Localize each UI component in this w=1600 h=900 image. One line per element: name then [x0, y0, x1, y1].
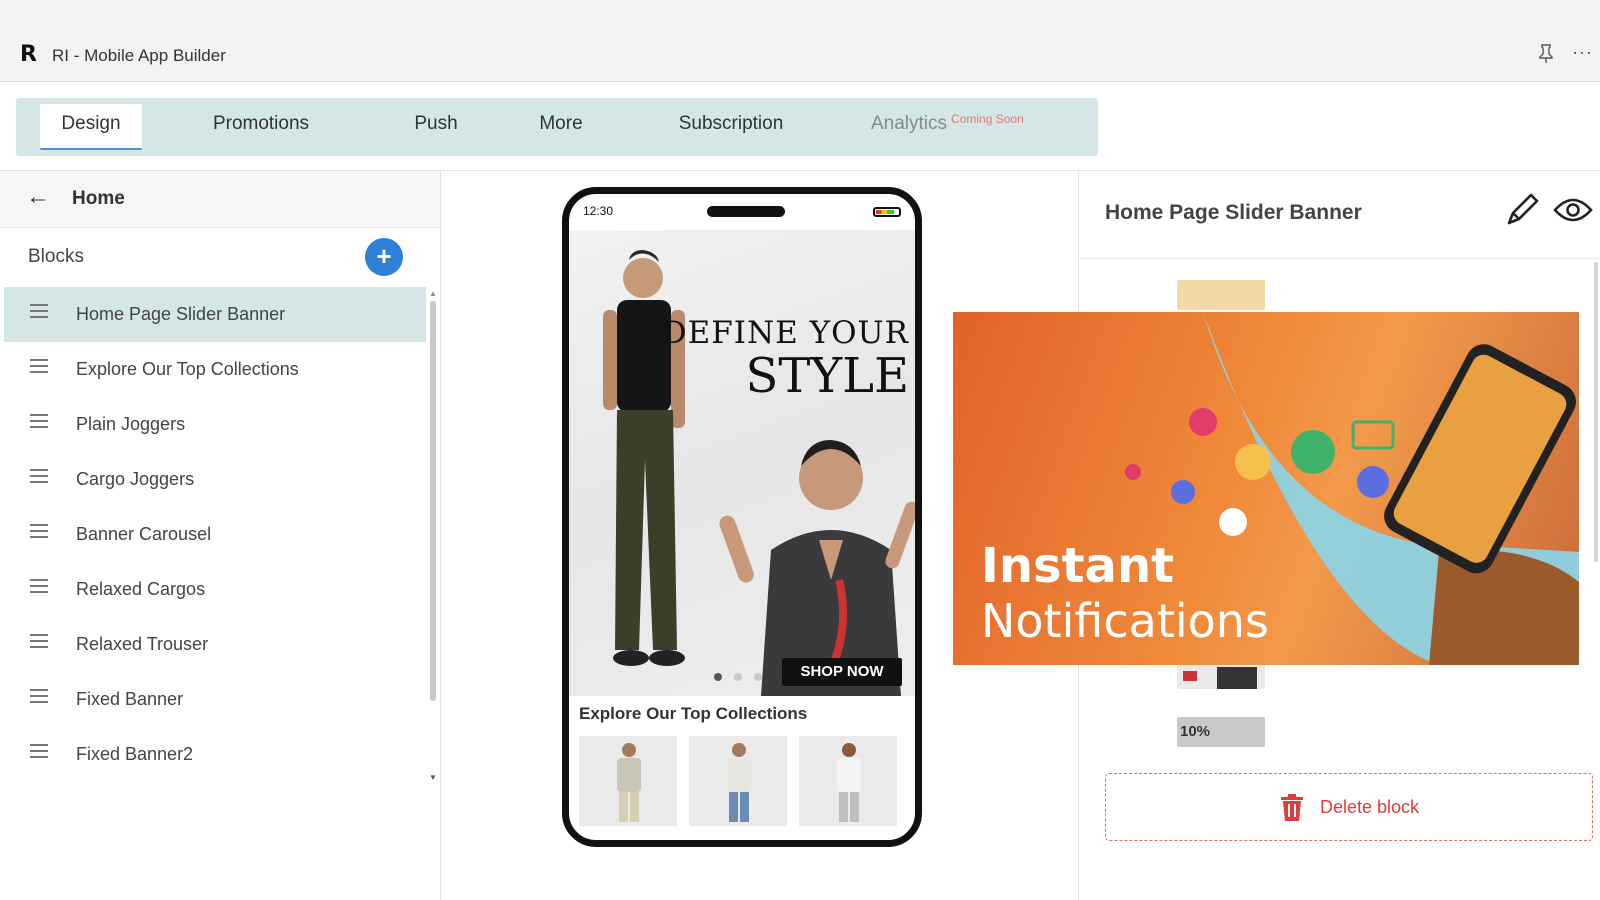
model-standing-image: [603, 250, 685, 666]
scroll-down-icon[interactable]: ▼: [429, 773, 437, 782]
banner-thumbnail[interactable]: [1177, 280, 1265, 310]
promo-headline: Instant: [981, 538, 1175, 594]
block-item[interactable]: Fixed Banner: [4, 672, 426, 727]
hero-banner[interactable]: DEFINE YOUR STYLE SHOP NOW: [569, 230, 915, 696]
block-item[interactable]: Relaxed Trouser: [4, 617, 426, 672]
hero-headline-line1: DEFINE YOUR: [661, 315, 909, 351]
block-item[interactable]: Cargo Joggers: [4, 452, 426, 507]
blocks-panel: ← Home Blocks + Home Page Slider Banner …: [0, 171, 441, 900]
drag-handle-icon[interactable]: [30, 579, 48, 593]
settings-header: Home Page Slider Banner: [1079, 171, 1600, 259]
settings-scrollbar[interactable]: [1594, 262, 1598, 562]
block-label: Cargo Joggers: [76, 469, 195, 489]
pagination-dot[interactable]: [734, 673, 742, 681]
block-label: Fixed Banner: [76, 689, 184, 709]
pencil-icon[interactable]: [1503, 191, 1541, 229]
phone-preview: 12:30 DEFINE YOUR STYLE SHOP NOW Explore…: [562, 187, 922, 847]
pagination-dot[interactable]: [754, 673, 762, 681]
block-label: Fixed Banner2: [76, 744, 194, 764]
block-item[interactable]: Relaxed Cargos: [4, 562, 426, 617]
collection-thumbnail[interactable]: [689, 736, 787, 826]
collection-thumbnail[interactable]: [799, 736, 897, 826]
block-item[interactable]: Home Page Slider Banner: [4, 287, 426, 342]
block-item[interactable]: Fixed Banner2: [4, 727, 426, 782]
block-list: Home Page Slider Banner Explore Our Top …: [4, 287, 426, 782]
pagination-dot[interactable]: [714, 673, 722, 681]
tab-promotions[interactable]: Promotions: [191, 98, 331, 156]
delete-block-label: Delete block: [1320, 797, 1420, 817]
tab-analytics-label: Analytics: [871, 113, 948, 134]
shop-now-button[interactable]: SHOP NOW: [782, 658, 902, 686]
promo-subheadline: Notifications: [981, 594, 1269, 648]
blocks-heading: Blocks: [28, 246, 84, 267]
block-label: Explore Our Top Collections: [76, 359, 299, 379]
drag-handle-icon[interactable]: [30, 359, 48, 373]
title-bar: R RI - Mobile App Builder ···: [0, 0, 1600, 82]
coming-soon-badge: Coming Soon: [951, 112, 1024, 126]
app-logo-icon: R: [20, 42, 37, 67]
main-tab-bar: Design Promotions Push More Subscription…: [16, 98, 1098, 156]
tab-more[interactable]: More: [526, 98, 596, 156]
block-label: Plain Joggers: [76, 414, 186, 434]
tab-push[interactable]: Push: [401, 98, 471, 156]
instant-notifications-promo: Instant Notifications: [953, 312, 1579, 665]
window-title: RI - Mobile App Builder: [52, 46, 226, 65]
settings-title: Home Page Slider Banner: [1105, 201, 1362, 224]
add-block-button[interactable]: +: [365, 238, 403, 276]
tab-analytics[interactable]: Analytics Coming Soon: [871, 98, 1071, 156]
drag-handle-icon[interactable]: [30, 304, 48, 318]
block-item[interactable]: Explore Our Top Collections: [4, 342, 426, 397]
block-label: Relaxed Cargos: [76, 579, 206, 599]
status-time: 12:30: [583, 204, 614, 218]
banner-thumbnail-label: 10%: [1180, 723, 1211, 740]
phone-notch: [707, 206, 785, 217]
pin-icon[interactable]: [1538, 44, 1560, 66]
more-options-icon[interactable]: ···: [1572, 42, 1593, 63]
page-header: ← Home: [0, 171, 440, 228]
block-label: Relaxed Trouser: [76, 634, 209, 654]
collections-heading: Explore Our Top Collections: [579, 704, 808, 723]
collection-thumbnails: [579, 736, 909, 826]
trash-icon: [1281, 794, 1303, 821]
battery-icon: [873, 207, 901, 217]
drag-handle-icon[interactable]: [30, 469, 48, 483]
hero-pagination: [714, 668, 774, 686]
model-pointing-image: [719, 440, 915, 696]
block-label: Banner Carousel: [76, 524, 212, 544]
eye-icon[interactable]: [1553, 195, 1593, 225]
back-arrow-icon[interactable]: ←: [26, 183, 50, 211]
scroll-up-icon[interactable]: ▲: [429, 289, 437, 298]
tab-subscription[interactable]: Subscription: [666, 98, 796, 156]
page-title: Home: [72, 188, 125, 209]
drag-handle-icon[interactable]: [30, 524, 48, 538]
block-list-scrollbar[interactable]: ▲ ▼: [429, 289, 437, 787]
drag-handle-icon[interactable]: [30, 744, 48, 758]
hero-headline-line2: STYLE: [745, 348, 910, 404]
collection-thumbnail[interactable]: [579, 736, 677, 826]
drag-handle-icon[interactable]: [30, 689, 48, 703]
delete-block-button[interactable]: Delete block: [1105, 773, 1593, 841]
banner-thumbnail[interactable]: 10%: [1177, 717, 1265, 747]
drag-handle-icon[interactable]: [30, 414, 48, 428]
tab-design[interactable]: Design: [40, 104, 142, 150]
block-item[interactable]: Banner Carousel: [4, 507, 426, 562]
block-label: Home Page Slider Banner: [76, 304, 286, 324]
drag-handle-icon[interactable]: [30, 634, 48, 648]
scrollbar-thumb[interactable]: [430, 301, 436, 701]
block-item[interactable]: Plain Joggers: [4, 397, 426, 452]
